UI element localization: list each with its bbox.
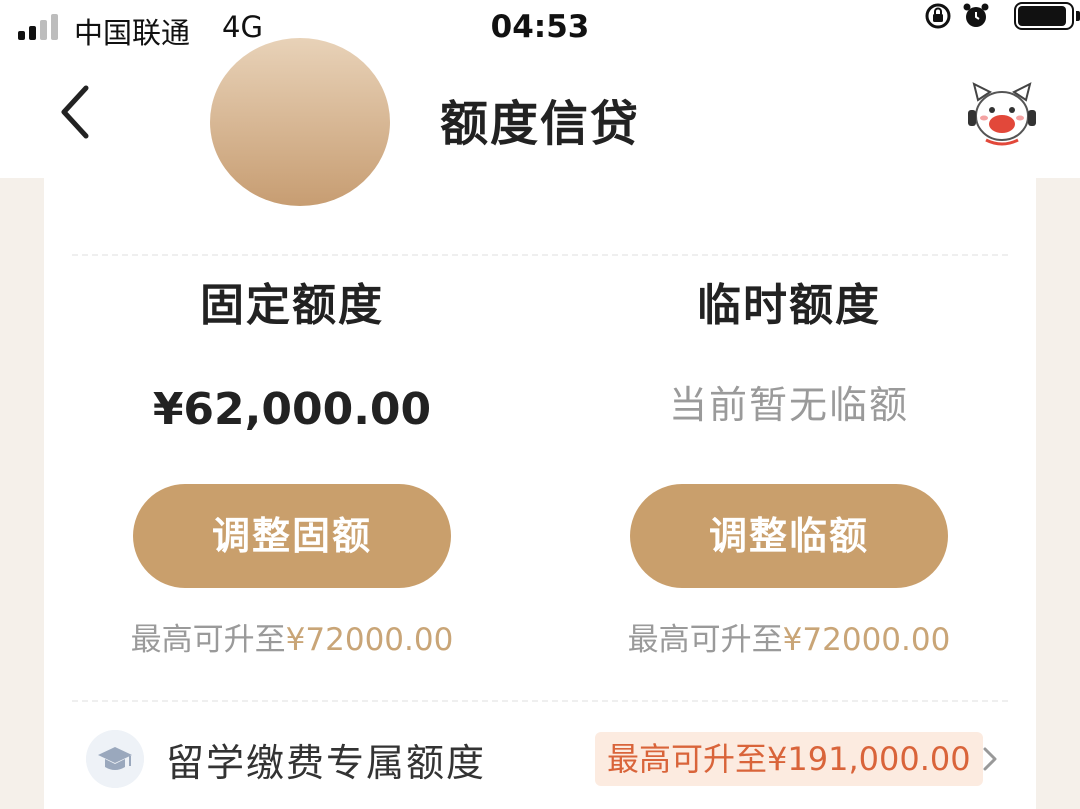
- adjust-fixed-limit-button[interactable]: 调整固额: [133, 484, 451, 588]
- divider: [72, 254, 1008, 256]
- status-time: 04:53: [490, 9, 590, 45]
- study-abroad-limit-badge: 最高可升至¥191,000.00: [595, 732, 983, 786]
- page-title: 额度信贷: [439, 96, 640, 152]
- fixed-limit-title: 固定额度: [200, 280, 384, 331]
- fixed-limit-section: 固定额度 ¥62,000.00 调整固额 最高可升至¥72000.00: [92, 278, 492, 660]
- nav-bar: 额度信贷: [0, 56, 1080, 178]
- fixed-max-value: ¥72000.00: [285, 622, 454, 658]
- temporary-max-value: ¥72000.00: [782, 622, 951, 658]
- temporary-limit-section: 临时额度 当前暂无临额 调整临额 最高可升至¥72000.00: [589, 278, 989, 660]
- rotation-lock-icon: [925, 3, 951, 29]
- adjust-temporary-limit-button[interactable]: 调整临额: [630, 484, 948, 588]
- study-abroad-limit-row[interactable]: 留学缴费专属额度 最高可升至¥191,000.00: [44, 718, 1036, 808]
- limit-gauge-decoration: [210, 38, 390, 206]
- fixed-limit-amount: ¥62,000.00: [152, 384, 432, 435]
- chevron-right-icon: [983, 747, 997, 771]
- status-bar: 中国联通 4G 04:53: [0, 0, 1080, 56]
- temporary-limit-max: 最高可升至¥72000.00: [589, 620, 989, 660]
- temporary-max-prefix: 最高可升至: [627, 622, 783, 658]
- customer-service-mascot-icon[interactable]: [964, 78, 1040, 154]
- fixed-max-prefix: 最高可升至: [130, 622, 286, 658]
- alarm-icon: [963, 3, 989, 27]
- graduation-cap-icon: [86, 730, 144, 788]
- temporary-limit-status: 当前暂无临额: [668, 383, 909, 427]
- divider: [72, 700, 1008, 702]
- fixed-limit-max: 最高可升至¥72000.00: [92, 620, 492, 660]
- battery-icon: [1014, 2, 1080, 30]
- credit-limit-card: 固定额度 ¥62,000.00 调整固额 最高可升至¥72000.00 临时额度…: [44, 38, 1036, 809]
- temporary-limit-title: 临时额度: [697, 280, 881, 331]
- study-abroad-label: 留学缴费专属额度: [166, 741, 487, 785]
